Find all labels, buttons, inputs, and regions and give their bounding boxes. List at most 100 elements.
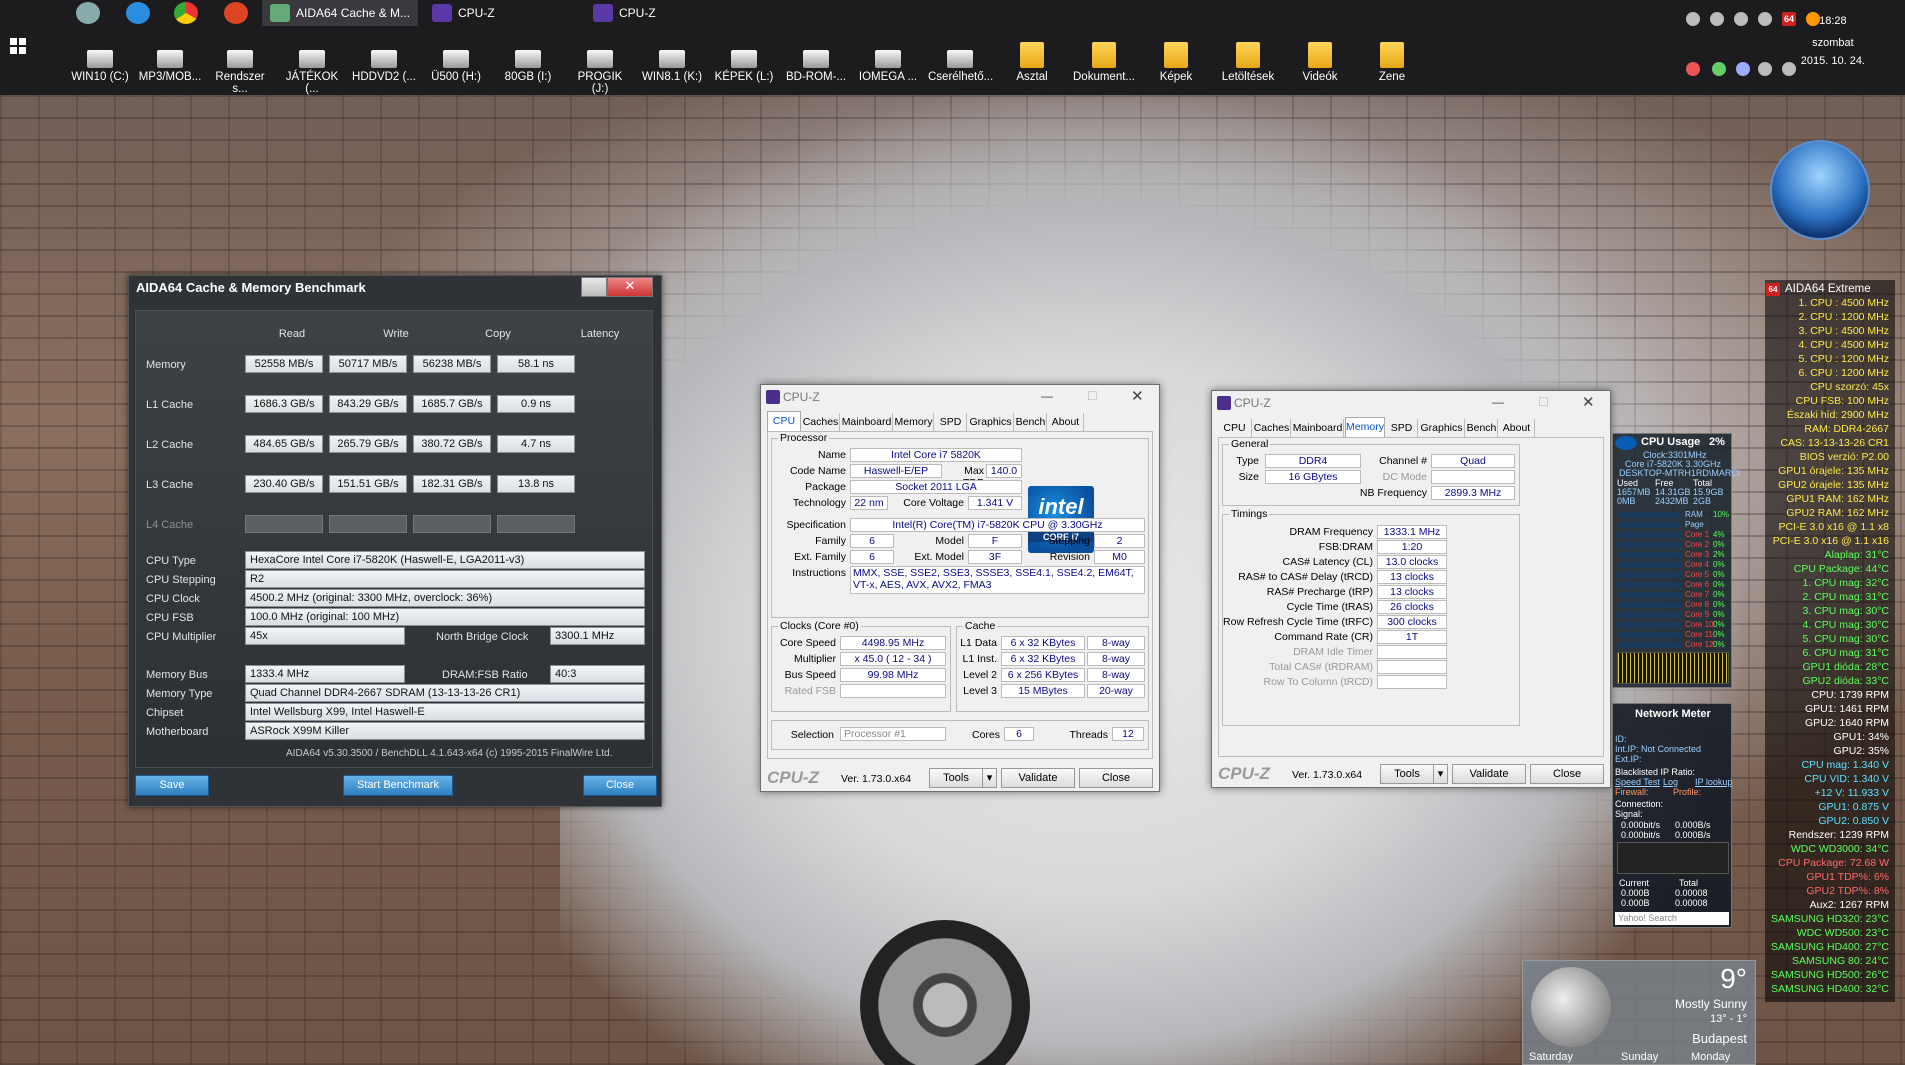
core-pct: 0% <box>1713 600 1725 609</box>
validate-button[interactable]: Validate <box>1452 764 1526 784</box>
folder-shortcut[interactable]: Videók <box>1288 42 1352 83</box>
task-aida64[interactable]: AIDA64 Cache & M... <box>262 0 419 26</box>
folder-shortcut[interactable]: Dokument... <box>1072 42 1136 83</box>
close-window-button[interactable]: ✕ <box>1582 393 1595 411</box>
tab-caches[interactable]: Caches <box>1253 419 1291 437</box>
close-window-button[interactable]: ✕ <box>607 277 653 297</box>
processor-select[interactable]: Processor #1 <box>840 727 946 741</box>
settings-gear-icon[interactable] <box>76 2 100 24</box>
start-windows-icon[interactable] <box>10 38 26 54</box>
tab-about[interactable]: About <box>1048 413 1084 431</box>
cpu-type-value: HexaCore Intel Core i7-5820K (Haswell-E,… <box>245 551 645 569</box>
tray-icon[interactable] <box>1734 12 1748 26</box>
opera-icon[interactable] <box>224 2 248 24</box>
tools-button[interactable]: Tools ▾ <box>1380 764 1448 784</box>
tab-bench[interactable]: Bench <box>1015 413 1047 431</box>
start-benchmark-button[interactable]: Start Benchmark <box>343 775 453 796</box>
yahoo-search-input[interactable]: Yahoo! Search <box>1615 912 1729 925</box>
ext-family-value: 6 <box>850 550 894 564</box>
network-icon[interactable] <box>1758 62 1772 76</box>
tab-memory[interactable]: Memory <box>1345 417 1385 437</box>
folder-shortcut[interactable]: Asztal <box>1000 42 1064 83</box>
tray-icon[interactable] <box>1686 62 1700 76</box>
log-link[interactable]: Log <box>1663 777 1678 787</box>
tab-graphics[interactable]: Graphics <box>968 413 1014 431</box>
core-label: Core 3 <box>1685 550 1710 559</box>
clock[interactable]: 18:28 szombat 2015. 10. 24. <box>1801 12 1865 70</box>
tab-mainboard[interactable]: Mainboard <box>1292 419 1344 437</box>
drive-shortcut[interactable]: MP3/MOB... <box>138 50 202 83</box>
memory-type-value: Quad Channel DDR4-2667 SDRAM (13-13-13-2… <box>245 684 645 702</box>
drive-shortcut[interactable]: Ü500 (H:) <box>424 50 488 83</box>
tray-icon[interactable] <box>1758 12 1772 26</box>
drive-shortcut[interactable]: Cserélhető... <box>928 50 993 83</box>
tools-button[interactable]: Tools ▾ <box>929 768 997 788</box>
bluetooth-icon[interactable] <box>1736 62 1750 76</box>
tray-icon[interactable] <box>1712 62 1726 76</box>
sensor-reading: CPU: 1739 RPM <box>1811 689 1889 701</box>
tab-cpu[interactable]: CPU <box>767 411 801 431</box>
drive-shortcut[interactable]: WIN10 (C:) <box>68 50 132 83</box>
tab-bench[interactable]: Bench <box>1466 419 1498 437</box>
tray-icon[interactable] <box>1710 12 1724 26</box>
ie-icon[interactable] <box>126 2 150 24</box>
minimize-button[interactable]: — <box>1492 395 1504 409</box>
folder-label: Videók <box>1302 71 1338 83</box>
read-value <box>245 515 323 533</box>
core-label: Core 8 <box>1685 600 1710 609</box>
core-label: Page <box>1685 520 1704 529</box>
sensor-reading: SAMSUNG HD400: 32°C <box>1771 983 1889 995</box>
drive-shortcut[interactable]: 80GB (I:) <box>496 50 560 83</box>
copy-value: 182.31 GB/s <box>413 475 491 493</box>
drive-shortcut[interactable]: JÁTÉKOK (... <box>280 50 344 95</box>
tab-spd[interactable]: SPD <box>1386 419 1418 437</box>
tab-about[interactable]: About <box>1499 419 1535 437</box>
core-pct: 0% <box>1713 610 1725 619</box>
drive-icon <box>659 50 685 68</box>
core-bar <box>1617 562 1681 568</box>
drive-label: MP3/MOB... <box>138 71 202 83</box>
minimize-button[interactable]: — <box>1041 389 1053 403</box>
aida-tray-icon[interactable]: 64 <box>1782 12 1796 26</box>
timing-value: 13.0 clocks <box>1377 555 1447 569</box>
drive-shortcut[interactable]: BD-ROM-... <box>784 50 848 83</box>
tab-graphics[interactable]: Graphics <box>1419 419 1465 437</box>
tab-spd[interactable]: SPD <box>935 413 967 431</box>
task-cpuz-2[interactable]: CPU-Z <box>585 0 664 26</box>
read-value: 52558 MB/s <box>245 355 323 373</box>
folder-shortcut[interactable]: Képek <box>1144 42 1208 83</box>
tray-icon[interactable] <box>1686 12 1700 26</box>
window-title: CPU-Z <box>1234 396 1271 410</box>
l1-inst-label: L1 Inst. <box>962 653 997 665</box>
validate-button[interactable]: Validate <box>1001 768 1075 788</box>
close-window-button[interactable]: ✕ <box>1131 387 1144 405</box>
network-meter-gadget: Network Meter ID: Int.IP: Not Connected … <box>1612 703 1732 928</box>
save-button[interactable]: Save <box>135 775 209 796</box>
upload-bytes: 0.000B/s <box>1675 820 1711 830</box>
sensor-reading: SAMSUNG 80: 24°C <box>1792 955 1889 967</box>
close-button[interactable]: Close <box>1530 764 1604 784</box>
tab-mainboard[interactable]: Mainboard <box>841 413 893 431</box>
drive-shortcut[interactable]: WIN8.1 (K:) <box>640 50 704 83</box>
tab-caches[interactable]: Caches <box>802 413 840 431</box>
drive-shortcut[interactable]: Rendszer s... <box>208 50 272 95</box>
speed-test-link[interactable]: Speed Test <box>1615 777 1660 787</box>
drive-shortcut[interactable]: PROGIK (J:) <box>568 50 632 95</box>
ip-lookup-link[interactable]: IP lookup <box>1695 777 1732 787</box>
folder-shortcut[interactable]: Zene <box>1360 42 1424 83</box>
sensor-reading: GPU2 RAM: 162 MHz <box>1786 507 1889 519</box>
volume-icon[interactable] <box>1782 62 1796 76</box>
close-button[interactable]: Close <box>583 775 657 796</box>
drive-shortcut[interactable]: IOMEGA ... <box>856 50 920 83</box>
cpuz-footer: CPU-Z Ver. 1.73.0.x64 Tools ▾ Validate C… <box>1212 761 1610 787</box>
minimize-button[interactable] <box>581 277 607 297</box>
tab-memory[interactable]: Memory <box>894 413 934 431</box>
drive-shortcut[interactable]: KÉPEK (L:) <box>712 50 776 83</box>
folder-shortcut[interactable]: Letöltések <box>1216 42 1280 83</box>
chrome-icon[interactable] <box>174 2 198 24</box>
technology-value: 22 nm <box>850 496 888 510</box>
close-button[interactable]: Close <box>1079 768 1153 788</box>
task-cpuz-1[interactable]: CPU-Z <box>424 0 503 26</box>
tab-cpu[interactable]: CPU <box>1218 419 1252 437</box>
drive-shortcut[interactable]: HDDVD2 (... <box>352 50 416 83</box>
